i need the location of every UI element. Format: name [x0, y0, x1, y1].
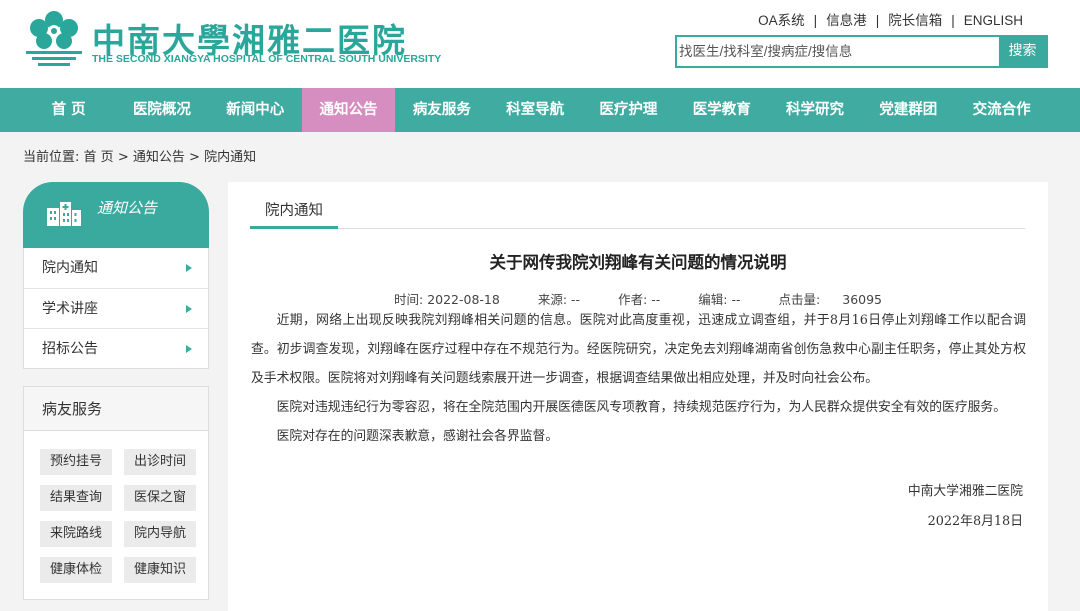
breadcrumb-notices[interactable]: 通知公告 — [133, 150, 185, 165]
top-links: OA系统 | 信息港 | 院长信箱 | ENGLISH — [758, 9, 1023, 29]
breadcrumb-internal-notices[interactable]: 院内通知 — [204, 150, 256, 165]
meta-clicks-label: 点击量: — [778, 292, 821, 307]
nav-patient-services[interactable]: 病友服务 — [395, 88, 488, 132]
hospital-building-icon — [47, 202, 81, 226]
service-results-button[interactable]: 结果查询 — [40, 485, 112, 511]
breadcrumb-separator: > — [117, 150, 129, 165]
nav-departments[interactable]: 科室导航 — [488, 88, 581, 132]
patient-services-title: 病友服务 — [24, 387, 208, 431]
top-link-info-port[interactable]: 信息港 — [826, 13, 867, 28]
nav-medical-care[interactable]: 医疗护理 — [582, 88, 675, 132]
sidebar-item-label: 学术讲座 — [42, 301, 98, 317]
article-paragraph: 近期，网络上出现反映我院刘翔峰相关问题的信息。医院对此高度重视，迅速成立调查组，… — [251, 313, 1026, 386]
meta-author: 作者: -- — [618, 292, 660, 307]
meta-clicks: 点击量: 36095 — [779, 292, 882, 307]
meta-editor-label: 编辑: — [698, 292, 728, 307]
top-link-english[interactable]: ENGLISH — [964, 13, 1023, 28]
patient-services-grid: 预约挂号 出诊时间 结果查询 医保之窗 来院路线 院内导航 健康体检 健康知识 — [40, 449, 200, 583]
separator: | — [875, 13, 880, 28]
service-checkup-button[interactable]: 健康体检 — [40, 557, 112, 583]
breadcrumb-separator: > — [189, 150, 200, 165]
nav-party[interactable]: 党建群团 — [862, 88, 955, 132]
nav-exchange[interactable]: 交流合作 — [955, 88, 1048, 132]
breadcrumb-home[interactable]: 首 页 — [84, 150, 114, 165]
service-health-knowledge-button[interactable]: 健康知识 — [124, 557, 196, 583]
nav-research[interactable]: 科学研究 — [768, 88, 861, 132]
breadcrumb-prefix: 当前位置: — [23, 150, 80, 165]
main-nav: 首 页 医院概况 新闻中心 通知公告 病友服务 科室导航 医疗护理 医学教育 科… — [0, 88, 1080, 132]
nav-education[interactable]: 医学教育 — [675, 88, 768, 132]
meta-editor: 编辑: -- — [698, 292, 740, 307]
search-box: 搜索 — [675, 35, 1048, 68]
sidebar-item-label: 院内通知 — [42, 260, 98, 276]
triangle-right-icon — [186, 345, 192, 353]
triangle-right-icon — [186, 305, 192, 313]
search-input[interactable] — [677, 37, 999, 66]
separator: | — [813, 13, 818, 28]
breadcrumb: 当前位置: 首 页 > 通知公告 > 院内通知 — [23, 146, 256, 165]
sidebar-item-internal-notices[interactable]: 院内通知 — [24, 248, 208, 288]
sidebar-header: 通知公告 — [23, 182, 209, 248]
meta-time-value: 2022-08-18 — [427, 292, 500, 307]
nav-news[interactable]: 新闻中心 — [209, 88, 302, 132]
nav-overview[interactable]: 医院概况 — [115, 88, 208, 132]
site-header: 中南大學湘雅二医院 THE SECOND XIANGYA HOSPITAL OF… — [0, 0, 1080, 88]
tab-internal-notices[interactable]: 院内通知 — [250, 200, 338, 229]
service-schedule-button[interactable]: 出诊时间 — [124, 449, 196, 475]
sidebar-item-label: 招标公告 — [42, 341, 98, 357]
sidebar-item-tenders[interactable]: 招标公告 — [24, 328, 208, 368]
article-body: 近期，网络上出现反映我院刘翔峰相关问题的信息。医院对此高度重视，迅速成立调查组，… — [251, 306, 1026, 451]
top-link-oa[interactable]: OA系统 — [758, 13, 805, 28]
top-link-president-mailbox[interactable]: 院长信箱 — [888, 13, 942, 28]
hospital-logo[interactable]: 中南大學湘雅二医院 THE SECOND XIANGYA HOSPITAL OF… — [22, 6, 441, 70]
meta-source-label: 来源: — [537, 292, 568, 307]
meta-editor-value: -- — [731, 292, 741, 307]
separator: | — [951, 13, 955, 28]
meta-time-label: 时间: — [393, 292, 424, 307]
sidebar-title: 通知公告 — [97, 199, 158, 217]
meta-source: 来源: -- — [538, 292, 580, 307]
patient-services-panel: 病友服务 预约挂号 出诊时间 结果查询 医保之窗 来院路线 院内导航 健康体检 … — [23, 386, 209, 600]
meta-author-value: -- — [651, 292, 661, 307]
nav-notices[interactable]: 通知公告 — [301, 88, 396, 132]
article-date: 2022年8月18日 — [927, 514, 1023, 529]
meta-author-label: 作者: — [618, 292, 648, 307]
sidebar-item-lectures[interactable]: 学术讲座 — [24, 288, 208, 328]
article-title: 关于网传我院刘翔峰有关问题的情况说明 — [489, 253, 787, 272]
service-navigation-button[interactable]: 院内导航 — [124, 521, 196, 547]
meta-clicks-value: 36095 — [842, 292, 883, 307]
article-tabbar: 院内通知 — [250, 200, 1025, 229]
article-panel: 院内通知 关于网传我院刘翔峰有关问题的情况说明 时间: 2022-08-18 来源… — [228, 182, 1048, 611]
service-insurance-button[interactable]: 医保之窗 — [124, 485, 196, 511]
article-signature: 中南大学湘雅二医院 — [907, 484, 1023, 499]
meta-source-value: -- — [571, 292, 581, 307]
nav-home[interactable]: 首 页 — [22, 88, 115, 132]
article-paragraph: 医院对违规违纪行为零容忍，将在全院范围内开展医德医风专项教育，持续规范医疗行为，… — [276, 400, 1007, 415]
article-paragraph: 医院对存在的问题深表歉意，感谢社会各界监督。 — [276, 429, 559, 444]
logo-english-name: THE SECOND XIANGYA HOSPITAL OF CENTRAL S… — [92, 53, 442, 65]
logo-emblem-icon — [26, 11, 82, 66]
service-appointment-button[interactable]: 预约挂号 — [40, 449, 112, 475]
search-button[interactable]: 搜索 — [999, 37, 1046, 66]
sidebar-menu: 院内通知 学术讲座 招标公告 — [23, 248, 209, 369]
triangle-right-icon — [186, 264, 192, 272]
service-directions-button[interactable]: 来院路线 — [40, 521, 112, 547]
meta-time: 时间: 2022-08-18 — [394, 292, 500, 307]
